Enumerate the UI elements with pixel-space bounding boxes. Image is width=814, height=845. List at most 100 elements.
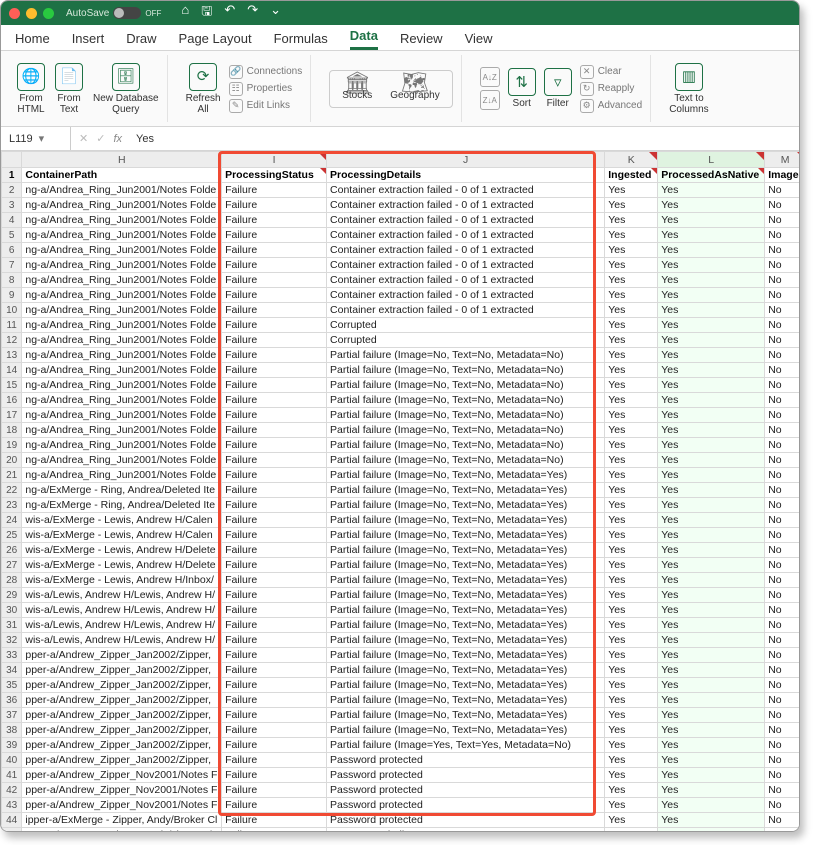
name-box[interactable]: L119 ▾: [1, 127, 71, 150]
cell[interactable]: ContainerPath: [22, 168, 222, 183]
row-header[interactable]: 32: [2, 633, 22, 648]
advanced-filter-button[interactable]: ⚙Advanced: [580, 99, 642, 113]
cell[interactable]: No: [765, 738, 799, 753]
cell[interactable]: pper-a/Andrew_Zipper_Jan2002/Zipper,: [22, 708, 222, 723]
cell[interactable]: pper-a/Andrew_Zipper_Nov2001/Notes F: [22, 798, 222, 813]
col-header-K[interactable]: K: [605, 152, 658, 168]
row-header[interactable]: 1: [2, 168, 22, 183]
cell[interactable]: Corrupted: [327, 333, 605, 348]
cell[interactable]: Yes: [605, 363, 658, 378]
cell[interactable]: Failure: [222, 813, 327, 828]
cell[interactable]: Yes: [605, 393, 658, 408]
tab-page-layout[interactable]: Page Layout: [179, 31, 252, 50]
cell[interactable]: Failure: [222, 408, 327, 423]
cell[interactable]: Yes: [658, 348, 765, 363]
reapply-filter-button[interactable]: ↻Reapply: [580, 82, 642, 96]
cell[interactable]: Failure: [222, 483, 327, 498]
cell[interactable]: ng-a/ExMerge - Ring, Andrea/Deleted Ite: [22, 483, 222, 498]
connections-button[interactable]: 🔗Connections: [229, 65, 303, 79]
row-header[interactable]: 30: [2, 603, 22, 618]
cell[interactable]: Ingested: [605, 168, 658, 183]
cell[interactable]: Yes: [658, 273, 765, 288]
cell[interactable]: Yes: [658, 288, 765, 303]
cell[interactable]: ng-a/Andrea_Ring_Jun2001/Notes Folde: [22, 243, 222, 258]
cell[interactable]: Failure: [222, 573, 327, 588]
cell[interactable]: Yes: [605, 588, 658, 603]
cell[interactable]: Password protected: [327, 813, 605, 828]
cell[interactable]: Partial failure (Image=No, Text=No, Meta…: [327, 648, 605, 663]
cell[interactable]: pper-a/Andrew_Zipper_Nov2001/Notes F: [22, 783, 222, 798]
cell[interactable]: Failure: [222, 783, 327, 798]
cell[interactable]: Corrupted: [327, 318, 605, 333]
cell[interactable]: Unsupported File: [327, 828, 605, 832]
cell[interactable]: Container extraction failed - 0 of 1 ext…: [327, 198, 605, 213]
from-text-button[interactable]: 📄From Text: [55, 63, 83, 115]
cell[interactable]: Yes: [605, 498, 658, 513]
col-header-M[interactable]: M: [765, 152, 799, 168]
cell[interactable]: Partial failure (Image=No, Text=No, Meta…: [327, 483, 605, 498]
cell[interactable]: ng-a/Andrea_Ring_Jun2001/Notes Folde: [22, 213, 222, 228]
cell[interactable]: Partial failure (Image=No, Text=No, Meta…: [327, 588, 605, 603]
cell[interactable]: wis-a/Lewis, Andrew H/Lewis, Andrew H/: [22, 603, 222, 618]
cancel-icon[interactable]: ✕: [79, 132, 88, 145]
cell[interactable]: Container extraction failed - 0 of 1 ext…: [327, 258, 605, 273]
cell[interactable]: Password protected: [327, 768, 605, 783]
cell[interactable]: No: [765, 753, 799, 768]
cell[interactable]: Yes: [658, 678, 765, 693]
cell[interactable]: Yes: [605, 543, 658, 558]
cell[interactable]: No: [765, 603, 799, 618]
cell[interactable]: Yes: [605, 633, 658, 648]
from-html-button[interactable]: 🌐From HTML: [17, 63, 45, 115]
cell[interactable]: Yes: [658, 423, 765, 438]
stocks-button[interactable]: 🏛Stocks: [342, 77, 372, 101]
col-header-J[interactable]: J: [327, 152, 605, 168]
cell[interactable]: Partial failure (Image=No, Text=No, Meta…: [327, 573, 605, 588]
cell[interactable]: No: [765, 423, 799, 438]
cell[interactable]: Yes: [605, 528, 658, 543]
cell[interactable]: No: [765, 273, 799, 288]
row-header[interactable]: 13: [2, 348, 22, 363]
cell[interactable]: Failure: [222, 288, 327, 303]
cell[interactable]: Failure: [222, 363, 327, 378]
tab-view[interactable]: View: [465, 31, 493, 50]
cell[interactable]: pper-a/ExMerge - Zipper, Andy/charges/I: [22, 828, 222, 832]
select-all[interactable]: [2, 152, 22, 168]
cell[interactable]: pper-a/Andrew_Zipper_Jan2002/Zipper,: [22, 678, 222, 693]
cell[interactable]: No: [765, 378, 799, 393]
cell[interactable]: Failure: [222, 273, 327, 288]
cell[interactable]: ProcessingStatus: [222, 168, 327, 183]
cell[interactable]: wis-a/ExMerge - Lewis, Andrew H/Delete: [22, 558, 222, 573]
cell[interactable]: Container extraction failed - 0 of 1 ext…: [327, 303, 605, 318]
cell[interactable]: Partial failure (Image=No, Text=No, Meta…: [327, 543, 605, 558]
cell[interactable]: ng-a/Andrea_Ring_Jun2001/Notes Folde: [22, 228, 222, 243]
row-header[interactable]: 36: [2, 693, 22, 708]
row-header[interactable]: 44: [2, 813, 22, 828]
cell[interactable]: ng-a/Andrea_Ring_Jun2001/Notes Folde: [22, 348, 222, 363]
cell[interactable]: Yes: [658, 198, 765, 213]
cell[interactable]: Yes: [605, 783, 658, 798]
cell[interactable]: Yes: [658, 318, 765, 333]
cell[interactable]: Yes: [658, 183, 765, 198]
cell[interactable]: No: [765, 183, 799, 198]
row-header[interactable]: 41: [2, 768, 22, 783]
undo-icon[interactable]: ↶: [224, 2, 235, 24]
cell[interactable]: No: [765, 483, 799, 498]
row-header[interactable]: 33: [2, 648, 22, 663]
cell[interactable]: Yes: [605, 468, 658, 483]
cell[interactable]: No: [765, 648, 799, 663]
cell[interactable]: No: [765, 393, 799, 408]
row-header[interactable]: 22: [2, 483, 22, 498]
home-icon[interactable]: ⌂: [181, 2, 189, 24]
cell[interactable]: Yes: [658, 243, 765, 258]
cell[interactable]: Failure: [222, 558, 327, 573]
autosave-toggle[interactable]: AutoSave OFF: [66, 7, 161, 19]
cell[interactable]: No: [765, 468, 799, 483]
cell[interactable]: pper-a/Andrew_Zipper_Nov2001/Notes F: [22, 768, 222, 783]
filter-button[interactable]: ▿Filter: [544, 68, 572, 109]
cell[interactable]: Yes: [605, 798, 658, 813]
tab-home[interactable]: Home: [15, 31, 50, 50]
sort-asc-button[interactable]: A↓Z: [480, 67, 500, 87]
row-header[interactable]: 9: [2, 288, 22, 303]
cell[interactable]: Yes: [605, 603, 658, 618]
cell[interactable]: Partial failure (Image=No, Text=No, Meta…: [327, 603, 605, 618]
